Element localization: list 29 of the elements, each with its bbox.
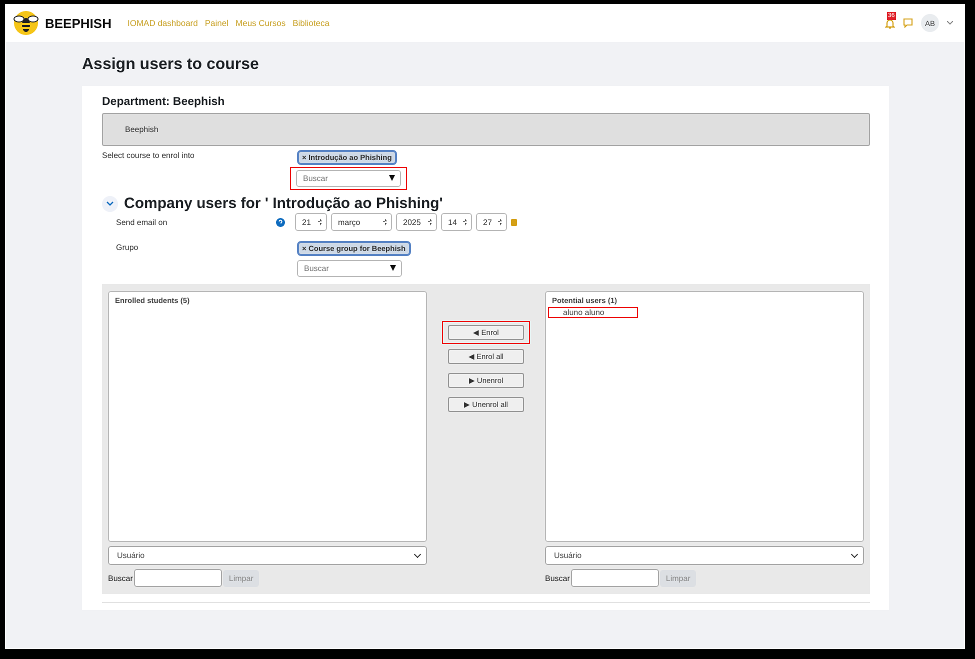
- date-select[interactable]: março: [331, 213, 392, 231]
- filter-select[interactable]: Usuário: [108, 546, 427, 565]
- search-label: Buscar: [545, 574, 570, 582]
- bee-logo-icon: [13, 10, 39, 36]
- department-heading: Department: Beephish: [102, 96, 226, 108]
- search-field[interactable]: [570, 569, 659, 587]
- caret-icon[interactable]: [947, 21, 953, 25]
- date-select[interactable]: 21: [295, 213, 327, 231]
- search-label: Buscar: [108, 574, 133, 582]
- section-title: Company users for ' Introdução ao Phishing': [124, 195, 443, 212]
- date-select[interactable]: 27: [476, 213, 507, 231]
- department-field: Beephish: [102, 113, 870, 146]
- page-title: Assign users to course: [82, 56, 260, 74]
- help-icon[interactable]: [276, 218, 285, 227]
- chevron-icon[interactable]: [102, 196, 118, 212]
- field-label: Grupo: [115, 242, 140, 254]
- field-label: Select course to enrol into: [102, 150, 196, 162]
- date-select[interactable]: 2025: [396, 213, 437, 231]
- bell-icon[interactable]: [885, 18, 895, 28]
- dropdown-arrow-icon[interactable]: [390, 265, 396, 271]
- filter-select[interactable]: Usuário: [545, 546, 864, 565]
- search-field[interactable]: Buscar: [296, 170, 401, 187]
- search-field[interactable]: Buscar: [297, 260, 402, 277]
- list-item[interactable]: aluno aluno: [548, 307, 638, 318]
- brand-name[interactable]: BEEPHISH: [45, 16, 112, 30]
- field-label: Send email on: [115, 217, 168, 229]
- search-field[interactable]: [134, 569, 222, 587]
- dropdown-arrow-icon[interactable]: [389, 175, 395, 181]
- date-select[interactable]: 14: [441, 213, 472, 231]
